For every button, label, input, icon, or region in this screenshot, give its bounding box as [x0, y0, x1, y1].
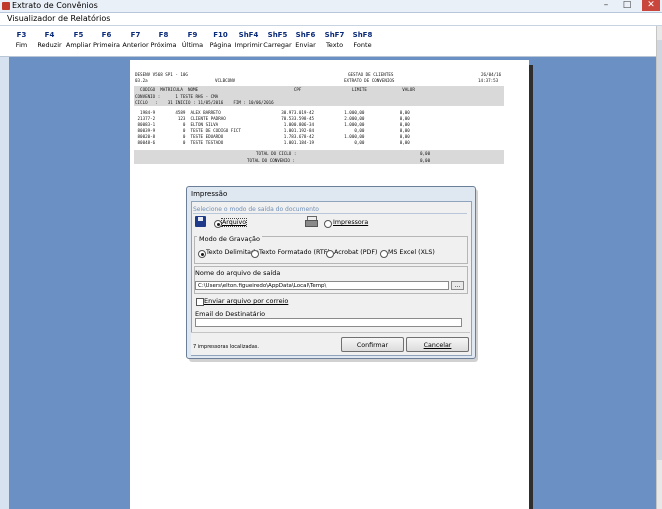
- toolbar-label: Anterior: [122, 41, 149, 49]
- shortcut-key: F4: [44, 31, 55, 39]
- report-row: 80039-9 0 TESTE DE CODIGO FICT 1.001.192…: [135, 128, 410, 133]
- shortcut-key: F8: [158, 31, 169, 39]
- toolbar-label: Última: [181, 41, 204, 49]
- report-convenio: CONVENIO : 1 TESTE RHS - CMA: [135, 94, 219, 99]
- dialog-title: Impressão: [191, 190, 228, 198]
- enviar-correio-label[interactable]: Enviar arquivo por correio: [204, 297, 288, 305]
- modo-gravacao-title: Modo de Gravação: [197, 235, 263, 243]
- toolbar-button-pagina[interactable]: F10 Página: [206, 28, 235, 54]
- toolbar-label: Carregar: [263, 41, 292, 49]
- ms-excel-label[interactable]: MS Excel (XLS): [388, 249, 435, 256]
- toolbar-label: Primeira: [92, 41, 121, 49]
- radio-texto-formatado[interactable]: [251, 250, 259, 258]
- shortcut-key: F9: [187, 31, 198, 39]
- toolbar-label: Próxima: [150, 41, 177, 49]
- toolbar-button-ampliar[interactable]: F5 Ampliar: [64, 28, 93, 54]
- radio-impressora[interactable]: [324, 220, 332, 228]
- toolbar-button-proxima[interactable]: F8 Próxima: [149, 28, 178, 54]
- shortcut-key: F6: [101, 31, 112, 39]
- radio-arquivo-label[interactable]: Arquivo: [220, 218, 248, 227]
- shortcut-key: F7: [130, 31, 141, 39]
- toolbar-button-reduzir[interactable]: F4 Reduzir: [35, 28, 64, 54]
- report-program: VCLBCONV: [215, 78, 236, 83]
- viewer-title: Visualizador de Relatórios: [7, 14, 111, 23]
- report-row: 1984-9 4589 ALEX BARRETO 30.973.019-42 1…: [135, 110, 410, 115]
- report-ciclo: CICLO : 31 INICIO : 11/05/2016 FIM : 10/…: [135, 100, 274, 105]
- window-title: Extrato de Convênios: [12, 1, 98, 10]
- report-columns: CODIGO MATRICULA NOME CPF LIMITE VALOR: [135, 87, 415, 92]
- close-button[interactable]: ✕: [642, 0, 660, 11]
- radio-texto-delimitado[interactable]: [198, 250, 206, 258]
- minimize-button[interactable]: –: [600, 0, 612, 11]
- toolbar-button-enviar[interactable]: ShF6 Enviar: [291, 28, 320, 54]
- toolbar-button-texto[interactable]: ShF7 Texto: [320, 28, 349, 54]
- toolbar-button-ultima[interactable]: F9 Última: [178, 28, 207, 54]
- radio-impressora-label[interactable]: Impressora: [333, 219, 368, 226]
- toolbar-button-anterior[interactable]: F7 Anterior: [121, 28, 150, 54]
- toolbar-button-carregar[interactable]: ShF5 Carregar: [263, 28, 292, 54]
- toolbar-label: Imprimir: [234, 41, 263, 49]
- toolbar-label: Texto: [325, 41, 344, 49]
- total-ciclo-value: 0,00: [420, 151, 431, 156]
- toolbar-label: Fonte: [353, 41, 372, 49]
- floppy-disk-icon: [195, 216, 206, 227]
- toolbar-button-primeira[interactable]: F6 Primeira: [92, 28, 121, 54]
- report-time: 14:37:53: [478, 78, 499, 83]
- total-ciclo-label: TOTAL DO CICLO :: [256, 151, 297, 156]
- shortcut-key: F10: [213, 31, 228, 39]
- toolbar-button-fim[interactable]: F3 Fim: [7, 28, 36, 54]
- shortcut-key: ShF7: [324, 31, 345, 39]
- acrobat-pdf-label[interactable]: Acrobat (PDF): [334, 249, 377, 256]
- maximize-button[interactable]: □: [621, 0, 633, 11]
- toolbar-button-imprimir[interactable]: ShF4 Imprimir: [234, 28, 263, 54]
- texto-formatado-label[interactable]: Texto Formatado (RTF): [259, 249, 330, 256]
- toolbar-label: Fim: [15, 41, 28, 49]
- dialog-subtitle: Selecione o modo de saída do documento: [193, 206, 319, 213]
- nome-arquivo-label: Nome do arquivo de saída: [195, 269, 281, 277]
- radio-ms-excel[interactable]: [380, 250, 388, 258]
- window-titlebar[interactable]: [0, 0, 662, 13]
- report-row: 80020-8 0 TESTE EDUARDO 1.783.678-42 1.0…: [135, 134, 410, 139]
- toolbar-label: Ampliar: [65, 41, 92, 49]
- browse-button[interactable]: ...: [451, 281, 464, 290]
- report-system: DESENV V568 SP1 - 10G: [135, 72, 188, 77]
- radio-acrobat-pdf[interactable]: [326, 250, 334, 258]
- report-totals-band: [134, 150, 504, 164]
- shortcut-key: F5: [73, 31, 84, 39]
- report-row: 21377-2 123 CLIENTE PADRAO 70.533.598-45…: [135, 116, 410, 121]
- report-row: 80083-1 0 ELTON SILVA 1.000.806-34 1.000…: [135, 122, 410, 127]
- shortcut-key: ShF4: [238, 31, 259, 39]
- app-icon: [2, 2, 10, 10]
- total-convenio-label: TOTAL DO CONVENIO :: [247, 158, 295, 163]
- shortcut-key: ShF8: [352, 31, 373, 39]
- toolbar-label: Página: [209, 41, 232, 49]
- report-title: GESTAO DE CLIENTES: [348, 72, 394, 77]
- printer-icon: [305, 216, 318, 227]
- toolbar-button-fonte[interactable]: ShF8 Fonte: [348, 28, 377, 54]
- report-subtitle: EXTRATO DE CONVENIOS: [344, 78, 395, 83]
- report-date: 26/04/16: [481, 72, 502, 77]
- scrollbar-thumb[interactable]: [657, 40, 662, 460]
- toolbar-label: Enviar: [295, 41, 316, 49]
- nome-arquivo-input[interactable]: C:\Users\elton.figueiredo\AppData\Local\…: [195, 281, 449, 290]
- total-convenio-value: 0,00: [420, 158, 431, 163]
- shortcut-key: ShF5: [267, 31, 288, 39]
- status-text: 7 impressoras localizadas.: [193, 344, 259, 350]
- confirmar-button[interactable]: Confirmar: [341, 337, 404, 352]
- enviar-correio-checkbox[interactable]: [196, 298, 204, 306]
- shortcut-key: F3: [16, 31, 27, 39]
- cancelar-button[interactable]: Cancelar: [406, 337, 469, 352]
- toolbar-label: Reduzir: [37, 41, 62, 49]
- shortcut-key: ShF6: [295, 31, 316, 39]
- email-destinatario-input[interactable]: [195, 318, 462, 327]
- report-version: 03.2a: [135, 78, 148, 83]
- divider: [193, 213, 467, 214]
- email-destinatario-label: Email do Destinatário: [195, 310, 266, 318]
- radio-arquivo[interactable]: [214, 220, 222, 228]
- report-row: 80048-6 0 TESTE TESTADO 1.001.184-19 0,0…: [135, 140, 410, 145]
